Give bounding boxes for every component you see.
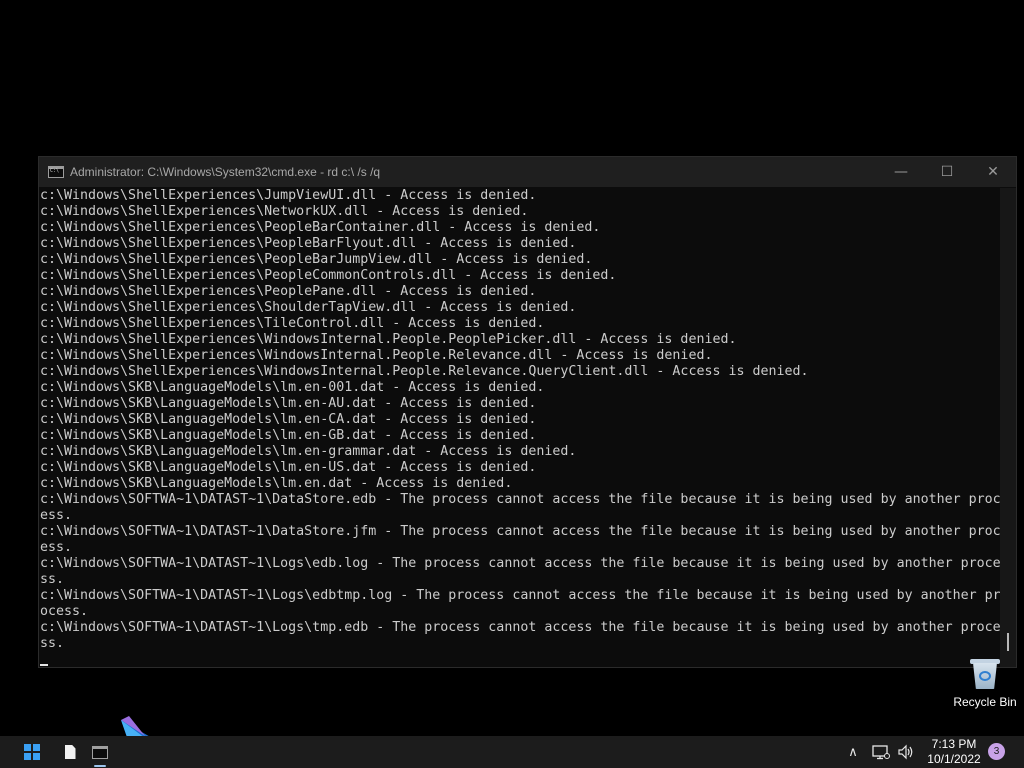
windows-logo-icon	[24, 744, 40, 760]
tray-overflow-button[interactable]: ∧	[842, 736, 864, 768]
console-line: c:\Windows\SOFTWA~1\DATAST~1\Logs\edbtmp…	[40, 588, 1000, 603]
console-line: c:\Windows\SKB\LanguageModels\lm.en-CA.d…	[40, 412, 537, 427]
console-line: c:\Windows\SOFTWA~1\DATAST~1\Logs\tmp.ed…	[40, 620, 1000, 635]
terminal-icon	[92, 745, 108, 759]
console-line: c:\Windows\SKB\LanguageModels\lm.en-US.d…	[40, 460, 537, 475]
taskbar-cmd[interactable]	[85, 736, 115, 768]
volume-button[interactable]	[895, 736, 917, 768]
scrollbar-thumb[interactable]	[1007, 633, 1009, 651]
clock[interactable]: 7:13 PM 10/1/2022	[924, 737, 984, 767]
console-line: c:\Windows\SOFTWA~1\DATAST~1\DataStore.j…	[40, 524, 1000, 539]
console-line: ocess.	[40, 604, 89, 619]
console-line: c:\Windows\SKB\LanguageModels\lm.en-gram…	[40, 444, 577, 459]
desktop: Administrator: C:\Windows\System32\cmd.e…	[0, 0, 1024, 768]
console-line: c:\Windows\ShellExperiences\ShoulderTapV…	[40, 300, 577, 315]
console-line: c:\Windows\ShellExperiences\PeopleBarFly…	[40, 236, 577, 251]
file-icon	[64, 745, 76, 759]
console-line: ess.	[40, 508, 73, 523]
start-button[interactable]	[17, 736, 47, 768]
console-line: c:\Windows\ShellExperiences\PeoplePane.d…	[40, 284, 537, 299]
taskbar: ∧ 7:13 PM 10/1/2022 3	[0, 736, 1024, 768]
console-line: c:\Windows\ShellExperiences\WindowsInter…	[40, 332, 737, 347]
taskbar-file-explorer[interactable]	[55, 736, 85, 768]
text-cursor	[40, 664, 48, 666]
console-line: c:\Windows\ShellExperiences\PeopleBarJum…	[40, 252, 593, 267]
window-title: Administrator: C:\Windows\System32\cmd.e…	[70, 165, 381, 179]
cmd-icon	[48, 166, 64, 178]
speaker-icon	[898, 744, 913, 760]
chevron-up-icon: ∧	[848, 744, 858, 760]
console-line: ess.	[40, 540, 73, 555]
console-line: c:\Windows\ShellExperiences\WindowsInter…	[40, 348, 713, 363]
recycle-bin-label: Recycle Bin	[953, 695, 1017, 709]
console-line: c:\Windows\ShellExperiences\PeopleCommon…	[40, 268, 617, 283]
console-line: c:\Windows\ShellExperiences\NetworkUX.dl…	[40, 204, 529, 219]
console-line: c:\Windows\ShellExperiences\JumpViewUI.d…	[40, 188, 537, 203]
minimize-button[interactable]: —	[878, 157, 924, 187]
close-button[interactable]: ✕	[970, 157, 1016, 187]
console-output[interactable]: c:\Windows\ShellExperiences\JumpViewUI.d…	[40, 188, 1000, 666]
notification-badge[interactable]: 3	[988, 743, 1005, 760]
console-line: c:\Windows\SKB\LanguageModels\lm.en-GB.d…	[40, 428, 537, 443]
console-prompt-line	[40, 652, 1000, 666]
console-line: c:\Windows\SOFTWA~1\DATAST~1\DataStore.e…	[40, 492, 1000, 507]
console-line: ss.	[40, 636, 65, 651]
console-line: c:\Windows\ShellExperiences\TileControl.…	[40, 316, 545, 331]
active-app-indicator	[94, 765, 106, 767]
console-line: c:\Windows\SKB\LanguageModels\lm.en-AU.d…	[40, 396, 537, 411]
recycle-bin-icon	[970, 655, 1000, 689]
clock-time: 7:13 PM	[931, 737, 977, 751]
vertical-scrollbar[interactable]	[1000, 188, 1016, 667]
console-line: c:\Windows\ShellExperiences\PeopleBarCon…	[40, 220, 601, 235]
maximize-button[interactable]: ☐	[924, 157, 970, 187]
console-line: c:\Windows\SKB\LanguageModels\lm.en-001.…	[40, 380, 545, 395]
console-line: c:\Windows\SKB\LanguageModels\lm.en.dat …	[40, 476, 513, 491]
network-button[interactable]	[870, 736, 892, 768]
title-bar[interactable]: Administrator: C:\Windows\System32\cmd.e…	[39, 157, 1016, 187]
recycle-bin[interactable]: Recycle Bin	[950, 655, 1020, 709]
window-controls: — ☐ ✕	[878, 157, 1016, 187]
console-line: c:\Windows\ShellExperiences\WindowsInter…	[40, 364, 809, 379]
network-icon	[872, 745, 890, 760]
cmd-window[interactable]: Administrator: C:\Windows\System32\cmd.e…	[38, 156, 1017, 668]
clock-date: 10/1/2022	[927, 752, 981, 766]
console-line: ss.	[40, 572, 65, 587]
console-line: c:\Windows\SOFTWA~1\DATAST~1\Logs\edb.lo…	[40, 556, 1000, 571]
